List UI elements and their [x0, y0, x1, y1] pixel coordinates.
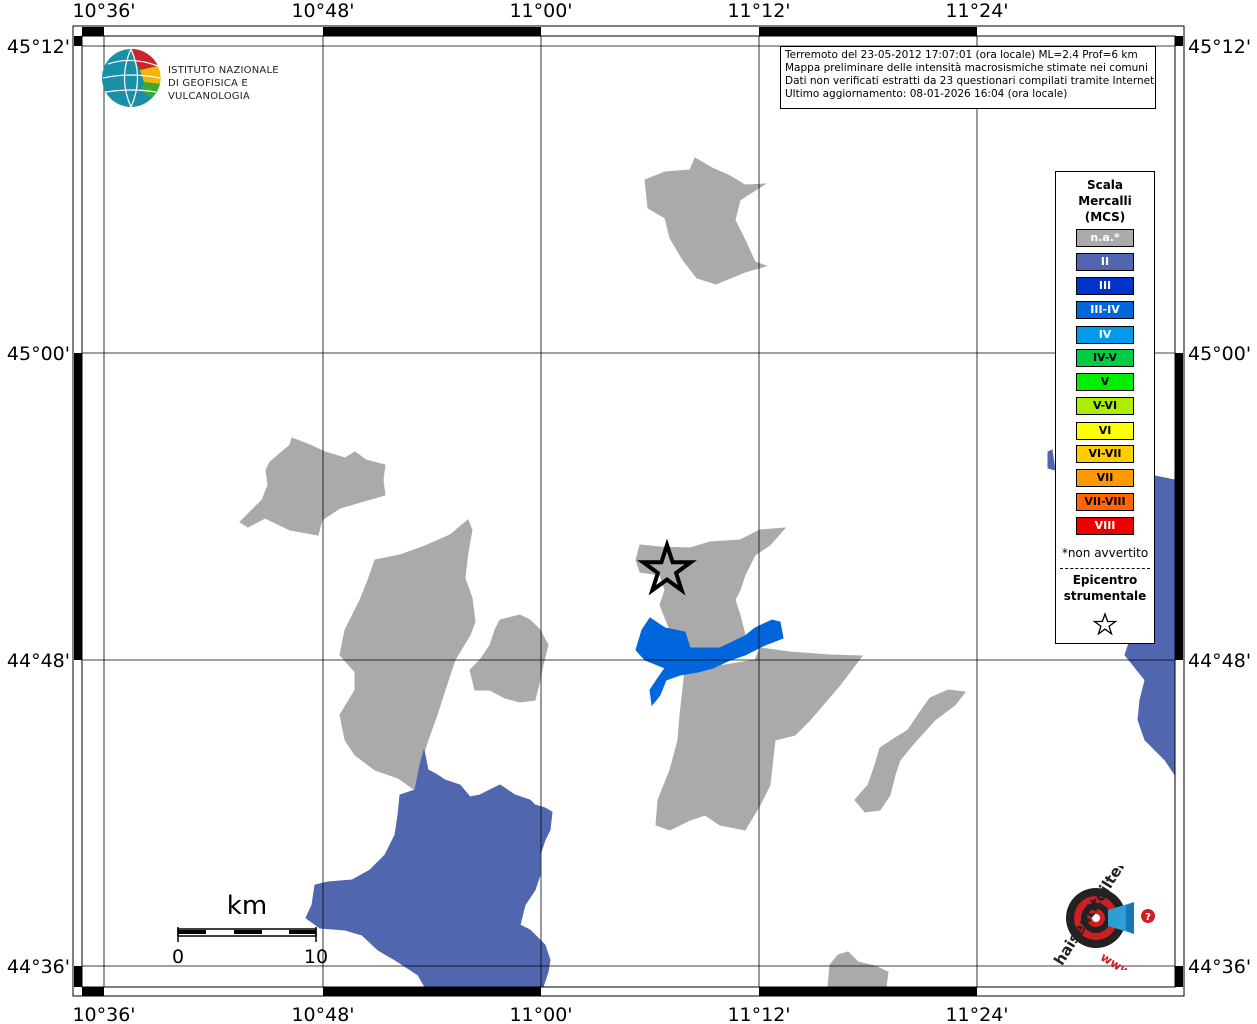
legend-title-1: Scala: [1086, 178, 1124, 192]
lon-label-bottom: 11°00': [509, 1004, 572, 1024]
lat-label-left: 45°12': [7, 36, 70, 58]
legend-item: IV: [1076, 326, 1134, 344]
globe-icon: [102, 48, 161, 108]
legend-item: II: [1076, 253, 1134, 271]
lon-label-bottom: 11°24': [945, 1004, 1008, 1024]
legend-item: III-IV: [1076, 301, 1134, 319]
legend-item: VI: [1076, 422, 1134, 440]
svg-text:?: ?: [1145, 912, 1151, 923]
lat-label-left: 44°48': [7, 650, 70, 672]
lat-label-right: 45°12': [1188, 36, 1251, 58]
lat-label-left: 45°00': [7, 343, 70, 365]
lon-label-top: 10°36': [72, 0, 135, 22]
hai-sentito-url: www.: [1098, 950, 1137, 970]
legend-item: n.a.*: [1076, 229, 1134, 247]
lon-label-bottom: 10°48': [291, 1004, 354, 1024]
lat-label-right: 44°48': [1188, 650, 1251, 672]
legend-title-3: (MCS): [1084, 210, 1126, 224]
ingv-name-line1: ISTITUTO NAZIONALE: [168, 65, 279, 76]
lon-label-top: 10°48': [291, 0, 354, 22]
lon-label-top: 11°12': [727, 0, 790, 22]
legend-item: V-VI: [1076, 397, 1134, 415]
info-line-2: Mappa preliminare delle intensità macros…: [785, 62, 1148, 74]
legend-item: VIII: [1076, 517, 1134, 535]
legend-item: VI-VII: [1076, 445, 1134, 463]
lon-label-top: 11°24': [945, 0, 1008, 22]
lat-label-right: 44°36': [1188, 956, 1251, 978]
lon-label-bottom: 10°36': [72, 1004, 135, 1024]
legend-item: IV-V: [1076, 349, 1134, 367]
info-line-4: Ultimo aggiornamento: 08-01-2026 16:04 (…: [785, 88, 1068, 100]
mcs-legend: Scala Mercalli (MCS) n.a.* II III III-IV IV I…: [1055, 171, 1155, 644]
scale-bar-unit: km: [227, 891, 267, 921]
legend-item: III: [1076, 277, 1134, 295]
ingv-logo: ISTITUTO NAZIONALE DI GEOFISICA E VULCAN…: [100, 46, 320, 110]
legend-epicenter-2: strumentale: [1063, 589, 1147, 603]
scale-bar-end: 10: [304, 946, 328, 968]
legend-epicenter-1: Epicentro: [1072, 573, 1138, 587]
earthquake-info-box: Terremoto del 23-05-2012 17:07:01 (ora l…: [780, 46, 1156, 109]
scale-bar-start: 0: [172, 946, 184, 968]
legend-note: *non avvertito: [1061, 546, 1149, 560]
star-icon: [1092, 612, 1118, 636]
lon-label-top: 11°00': [509, 0, 572, 22]
legend-item: VII: [1076, 469, 1134, 487]
lat-label-right: 45°00': [1188, 343, 1251, 365]
legend-item: VII-VIII: [1076, 493, 1134, 511]
lat-label-left: 44°36': [7, 956, 70, 978]
hai-sentito-logo: ? haisentitoilterremoto.it www.: [1038, 790, 1171, 982]
legend-separator: [1060, 568, 1150, 569]
ingv-name-line2: DI GEOFISICA E VULCANOLOGIA: [168, 78, 250, 102]
legend-title-2: Mercalli: [1078, 194, 1132, 208]
info-line-1: Terremoto del 23-05-2012 17:07:01 (ora l…: [785, 49, 1138, 61]
info-line-3: Dati non verificati estratti da 23 quest…: [785, 75, 1156, 87]
legend-item: V: [1076, 373, 1134, 391]
lon-label-bottom: 11°12': [727, 1004, 790, 1024]
